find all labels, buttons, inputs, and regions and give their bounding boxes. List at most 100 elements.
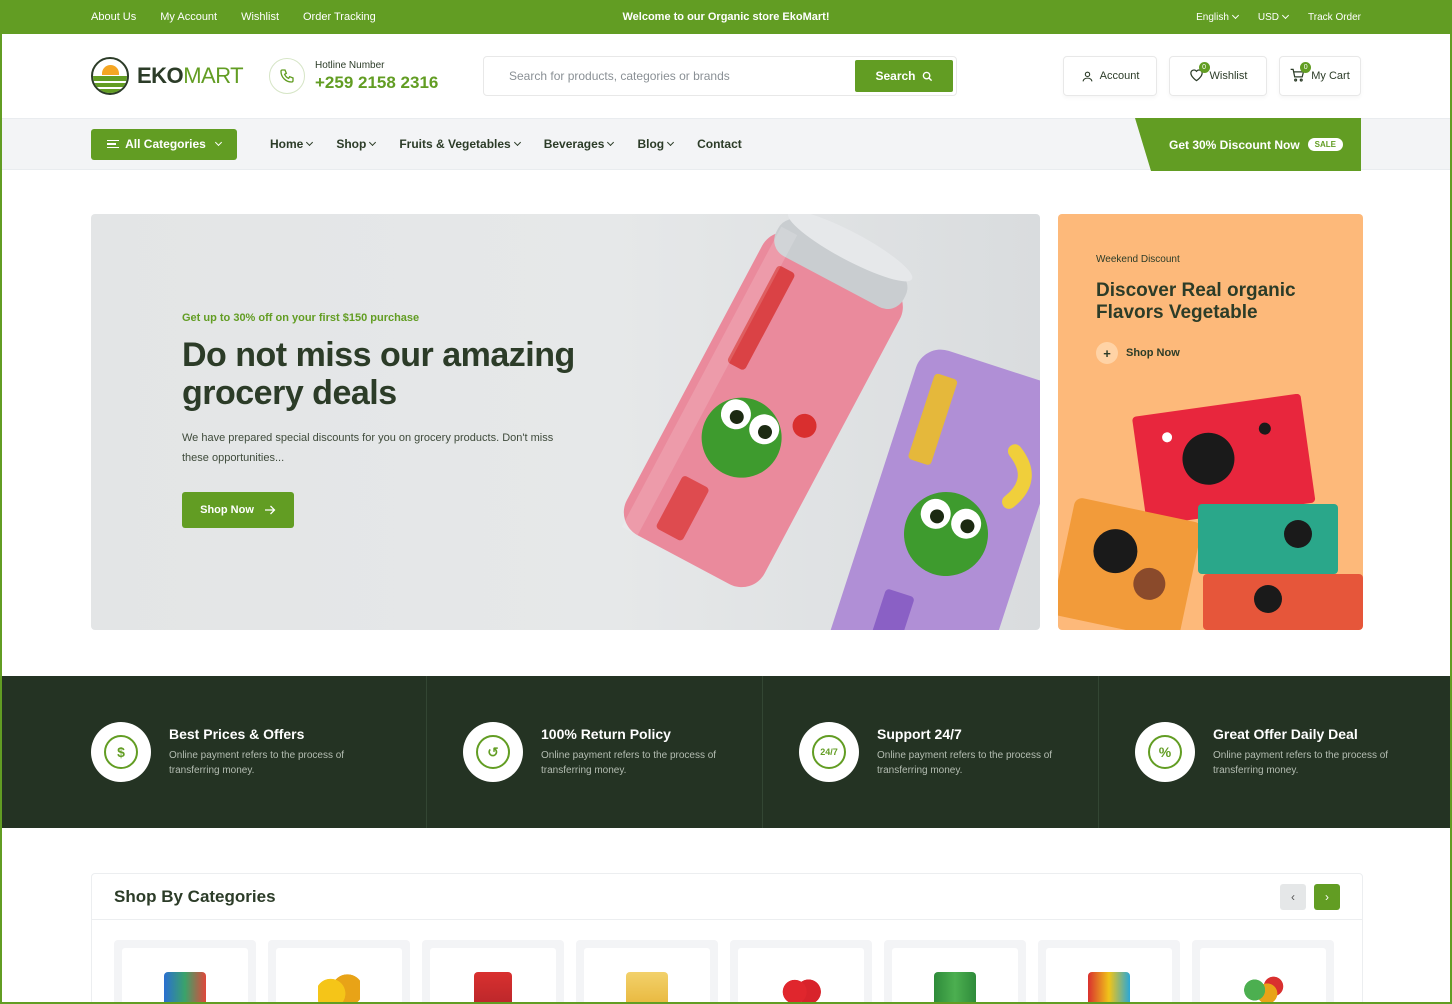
user-icon [1082, 71, 1092, 81]
menu-icon [107, 140, 120, 148]
nav-item-fruits-vegetables[interactable]: Fruits & Vegetables [399, 137, 521, 151]
chevron-down-icon [667, 138, 675, 146]
feature-title: 100% Return Policy [541, 726, 671, 742]
wishlist-button[interactable]: 0 Wishlist [1169, 56, 1267, 96]
feature-text: Online payment refers to the process of … [877, 750, 1053, 776]
category-card[interactable] [1038, 940, 1180, 1002]
hotline-number[interactable]: +259 2158 2316 [315, 73, 438, 93]
feature-item: 24/7 Support 24/7 Online payment refers … [763, 676, 1099, 828]
section-title: Shop By Categories [114, 886, 276, 906]
cart-count-badge: 0 [1300, 61, 1312, 73]
chevron-down-icon [607, 138, 615, 146]
top-right-controls: English USD Track Order [1196, 11, 1361, 23]
search-icon [922, 71, 932, 81]
chevron-down-icon [1231, 11, 1239, 19]
nav-item-contact[interactable]: Contact [697, 137, 742, 151]
snack-boxes-image [1058, 394, 1363, 630]
hero-kicker: Get up to 30% off on your first $150 pur… [182, 312, 420, 324]
arrow-right-icon [264, 505, 276, 515]
category-card[interactable] [268, 940, 410, 1002]
carousel-next-button[interactable]: › [1314, 883, 1340, 910]
category-carousel [114, 940, 1334, 1002]
nav-item-home[interactable]: Home [270, 137, 314, 151]
search-input[interactable] [487, 69, 855, 83]
category-image [626, 972, 668, 1002]
hero-description: We have prepared special discounts for y… [182, 432, 554, 464]
carousel-prev-button[interactable]: ‹ [1280, 883, 1306, 910]
nav-item-beverages[interactable]: Beverages [544, 137, 615, 151]
category-card[interactable] [114, 940, 256, 1002]
logo[interactable]: EKOMART [91, 57, 269, 95]
chevron-left-icon: ‹ [1291, 889, 1295, 904]
hero-title: Do not miss our amazing grocery deals [182, 336, 575, 412]
category-card[interactable] [1192, 940, 1334, 1002]
hero-shop-now-button[interactable]: Shop Now [182, 492, 294, 528]
feature-item: $ Best Prices & Offers Online payment re… [91, 676, 427, 828]
category-card[interactable] [884, 940, 1026, 1002]
chevron-down-icon [214, 138, 222, 146]
return-icon: ↺ [476, 735, 510, 769]
logo-icon [91, 57, 129, 95]
category-image [1088, 972, 1130, 1002]
language-select[interactable]: English [1196, 11, 1239, 23]
dollar-icon: $ [104, 735, 138, 769]
main-nav: All Categories Home Shop Fruits & Vegeta… [2, 118, 1450, 171]
plus-icon: + [1096, 342, 1118, 364]
cart-button[interactable]: 0 My Cart [1279, 56, 1361, 96]
search-button[interactable]: Search [855, 60, 953, 92]
account-button[interactable]: Account [1063, 56, 1157, 96]
feature-item: % Great Offer Daily Deal Online payment … [1099, 676, 1435, 828]
nav-item-blog[interactable]: Blog [637, 137, 675, 151]
feature-text: Online payment refers to the process of … [1213, 750, 1389, 776]
top-links: About Us My Account Wishlist Order Track… [91, 11, 376, 23]
feature-title: Support 24/7 [877, 726, 962, 742]
hotline: Hotline Number +259 2158 2316 [269, 58, 483, 94]
category-image [164, 972, 206, 1002]
discount-icon: % [1148, 735, 1182, 769]
sale-badge: SALE [1307, 138, 1344, 151]
top-link-wishlist[interactable]: Wishlist [241, 11, 279, 23]
header: EKOMART Hotline Number +259 2158 2316 Se… [2, 34, 1450, 118]
header-actions: Account 0 Wishlist 0 My Cart [1063, 56, 1361, 96]
top-link-about[interactable]: About Us [91, 11, 136, 23]
logo-text-eko: EKO [137, 63, 184, 88]
welcome-text: Welcome to our Organic store EkoMart! [622, 11, 830, 23]
feature-title: Best Prices & Offers [169, 726, 305, 742]
category-image [780, 972, 822, 1002]
side-shop-now-button[interactable]: + Shop Now [1096, 342, 1180, 364]
category-card[interactable] [576, 940, 718, 1002]
chevron-down-icon [306, 138, 314, 146]
chevron-right-icon: › [1325, 889, 1329, 904]
track-order-link[interactable]: Track Order [1308, 12, 1361, 23]
side-banner-tag: Weekend Discount [1096, 254, 1180, 265]
chevron-down-icon [369, 138, 377, 146]
phone-icon [269, 58, 305, 94]
side-banner-title: Discover Real organic Flavors Vegetable [1096, 280, 1296, 323]
hotline-label: Hotline Number [315, 59, 385, 71]
top-link-order-tracking[interactable]: Order Tracking [303, 11, 376, 23]
drink-cans-image [621, 214, 1040, 630]
support-icon: 24/7 [812, 735, 846, 769]
category-image [474, 972, 512, 1002]
all-categories-button[interactable]: All Categories [91, 128, 237, 160]
page: About Us My Account Wishlist Order Track… [0, 0, 1452, 1004]
currency-select[interactable]: USD [1258, 11, 1290, 23]
feature-title: Great Offer Daily Deal [1213, 726, 1358, 742]
nav-menu: Home Shop Fruits & Vegetables Beverages … [270, 137, 742, 151]
discount-promo[interactable]: Get 30% Discount Now SALE [1135, 118, 1361, 171]
top-link-my-account[interactable]: My Account [160, 11, 217, 23]
category-image [934, 972, 976, 1002]
features-band: $ Best Prices & Offers Online payment re… [2, 676, 1450, 828]
chevron-down-icon [1281, 11, 1290, 19]
hero-banner: Get up to 30% off on your first $150 pur… [91, 214, 1040, 630]
shop-by-categories: Shop By Categories ‹ › [91, 873, 1363, 1002]
side-banner: Weekend Discount Discover Real organic F… [1058, 214, 1363, 630]
category-image [1242, 972, 1284, 1002]
feature-text: Online payment refers to the process of … [169, 750, 345, 776]
feature-text: Online payment refers to the process of … [541, 750, 717, 776]
category-card[interactable] [730, 940, 872, 1002]
top-bar: About Us My Account Wishlist Order Track… [2, 0, 1450, 34]
chevron-down-icon [513, 138, 521, 146]
category-card[interactable] [422, 940, 564, 1002]
nav-item-shop[interactable]: Shop [336, 137, 377, 151]
